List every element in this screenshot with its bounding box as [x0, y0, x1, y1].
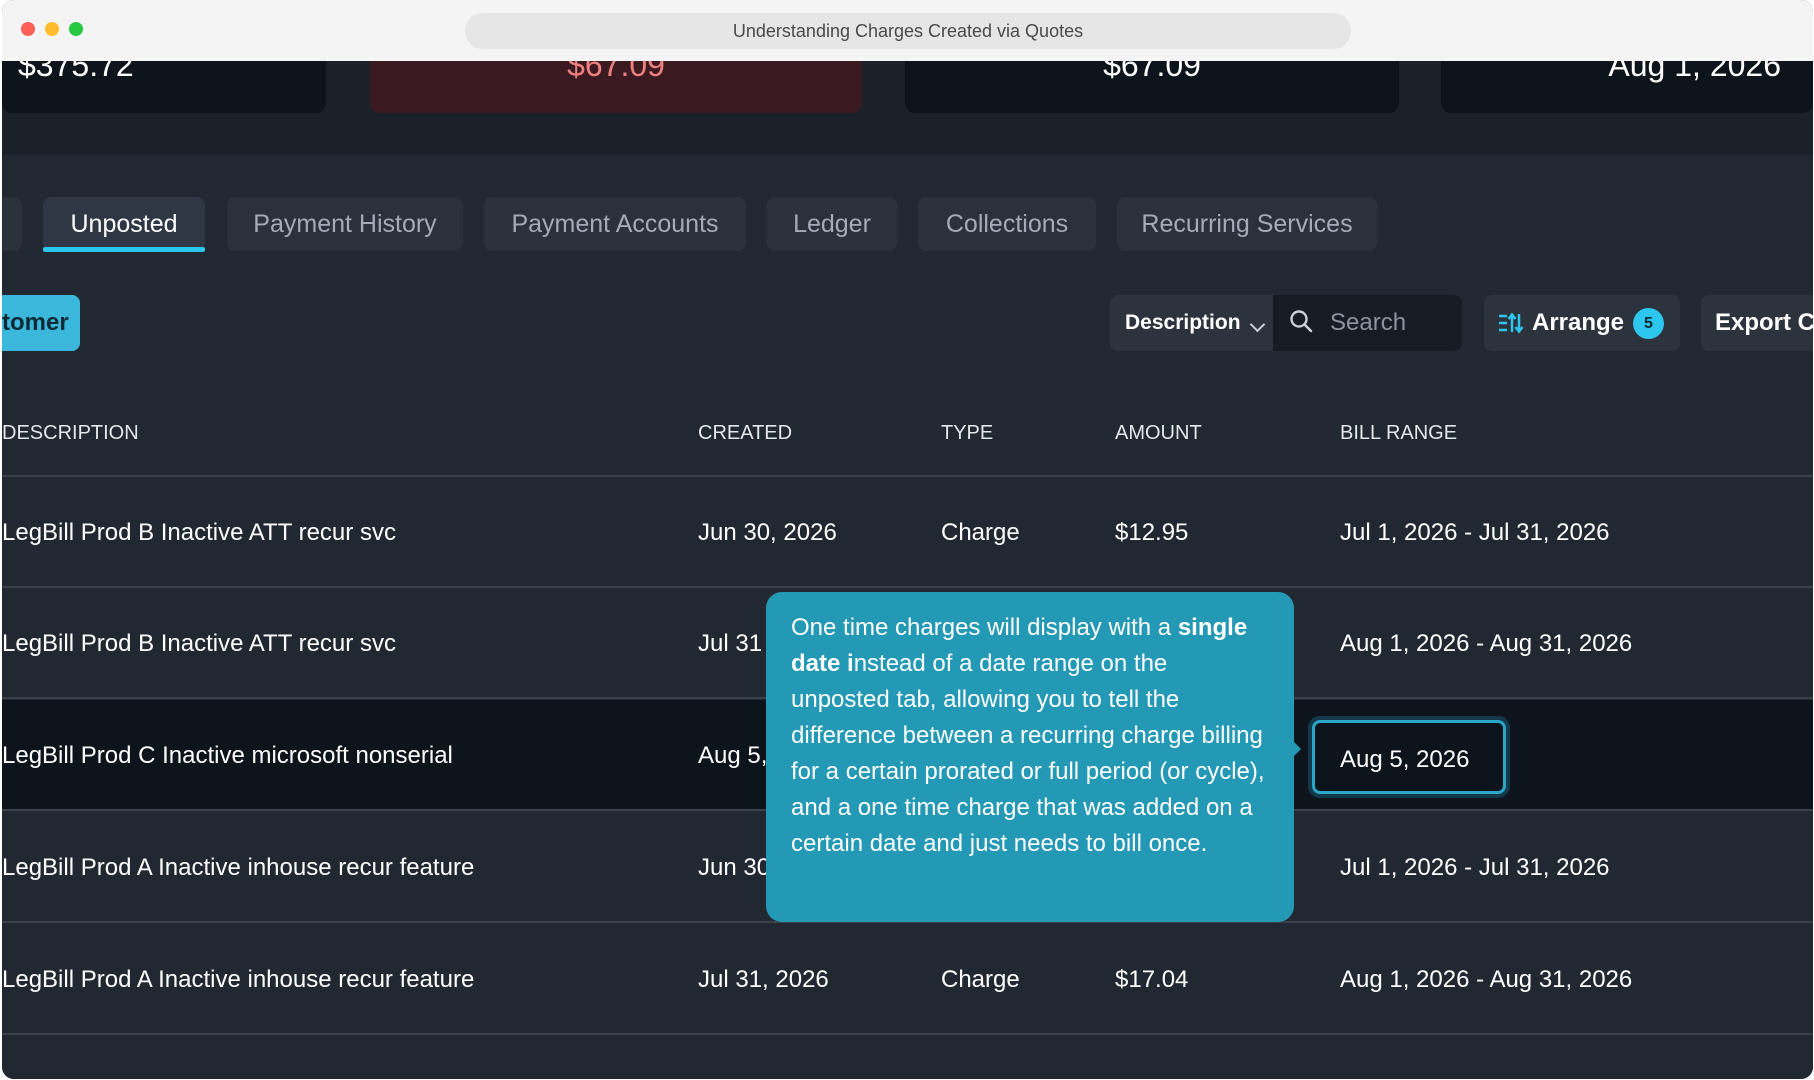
- cell-description: LegBill Prod B Inactive ATT recur svc: [2, 630, 396, 657]
- stat-card-balance: $375.72: [2, 61, 326, 113]
- cell-description: LegBill Prod A Inactive inhouse recur fe…: [2, 854, 475, 881]
- table-row[interactable]: LegBill Prod A Inactive inhouse recur fe…: [2, 924, 1813, 1035]
- close-window-button[interactable]: [21, 22, 35, 36]
- cell-created: Jun 30, 2026: [698, 519, 837, 546]
- cell-created: Aug 5,: [698, 742, 768, 769]
- guide-tooltip: One time charges will display with a sin…: [766, 592, 1301, 922]
- cell-created: Jul 31, 2026: [698, 966, 829, 993]
- stat-value: $67.09: [1103, 61, 1201, 83]
- tab-payment-history[interactable]: Payment History: [227, 197, 463, 251]
- chevron-down-icon: [1249, 316, 1266, 333]
- tab-previous-partial[interactable]: [2, 197, 22, 251]
- minimize-window-button[interactable]: [45, 22, 59, 36]
- column-header-created[interactable]: CREATED: [698, 421, 792, 445]
- cell-description: LegBill Prod A Inactive inhouse recur fe…: [2, 966, 475, 993]
- tab-unposted[interactable]: Unposted: [43, 197, 205, 251]
- tooltip-arrow-icon: [1292, 740, 1301, 758]
- column-header-type[interactable]: TYPE: [941, 421, 993, 445]
- window-title: Understanding Charges Created via Quotes: [465, 13, 1351, 49]
- cell-bill-range: Jul 1, 2026 - Jul 31, 2026: [1340, 519, 1610, 546]
- add-customer-label: tomer: [2, 309, 69, 336]
- arrange-icon: [1499, 312, 1524, 334]
- export-csv-label: Export CS: [1715, 309, 1813, 336]
- cell-amount: $17.04: [1115, 966, 1189, 993]
- title-bar: Understanding Charges Created via Quotes: [2, 0, 1813, 62]
- column-header-bill-range[interactable]: BILL RANGE: [1340, 421, 1457, 445]
- column-header-amount[interactable]: AMOUNT: [1115, 421, 1202, 445]
- stat-value: $67.09: [567, 61, 665, 83]
- tab-recurring-services[interactable]: Recurring Services: [1117, 197, 1377, 251]
- export-csv-button[interactable]: Export CS: [1701, 295, 1813, 351]
- tab-ledger[interactable]: Ledger: [767, 197, 897, 251]
- tooltip-text-after: nstead of a date range on the unposted t…: [791, 650, 1265, 857]
- cell-type: Charge: [941, 519, 1020, 546]
- cell-bill-range: Aug 1, 2026 - Aug 31, 2026: [1340, 966, 1633, 993]
- search-field-select-value: Description: [1125, 311, 1241, 334]
- cell-type: Charge: [941, 966, 1020, 993]
- arrange-count-badge: 5: [1633, 308, 1664, 339]
- tab-bar: Unposted Payment History Payment Account…: [2, 197, 1813, 257]
- stats-band: $375.72 $67.09 $67.09 Aug 1, 2026: [2, 61, 1813, 155]
- search-input[interactable]: [1330, 295, 1455, 351]
- stat-value: $375.72: [18, 61, 134, 83]
- cell-created: Jul 31: [698, 630, 763, 657]
- column-header-description[interactable]: DESCRIPTION: [2, 421, 139, 445]
- arrange-button[interactable]: Arrange 5: [1484, 295, 1680, 351]
- stat-card-past-due: $67.09: [370, 61, 862, 113]
- app-window: Understanding Charges Created via Quotes…: [2, 0, 1813, 1079]
- cell-bill-range: Aug 1, 2026 - Aug 31, 2026: [1340, 630, 1633, 657]
- cell-created: Jun 30: [698, 854, 771, 881]
- tab-payment-accounts[interactable]: Payment Accounts: [484, 197, 746, 251]
- table-row[interactable]: LegBill Prod B Inactive ATT recur svc Ju…: [2, 477, 1813, 588]
- search-group: Description: [1110, 295, 1462, 351]
- cell-description: LegBill Prod C Inactive microsoft nonser…: [2, 742, 453, 769]
- stat-card-next-invoice: $67.09: [905, 61, 1399, 113]
- search-field-select[interactable]: Description: [1110, 295, 1273, 351]
- cell-bill-range-highlighted[interactable]: Aug 5, 2026: [1312, 720, 1506, 794]
- active-tab-indicator: [43, 247, 205, 252]
- cell-description: LegBill Prod B Inactive ATT recur svc: [2, 519, 396, 546]
- cell-bill-range: Jul 1, 2026 - Jul 31, 2026: [1340, 854, 1610, 881]
- stat-value: Aug 1, 2026: [1608, 61, 1781, 83]
- arrange-label: Arrange: [1532, 309, 1625, 336]
- add-customer-button[interactable]: tomer: [2, 295, 80, 351]
- tab-collections[interactable]: Collections: [918, 197, 1096, 251]
- cell-amount: $12.95: [1115, 519, 1189, 546]
- stat-card-next-bill-date: Aug 1, 2026: [1441, 61, 1813, 113]
- tooltip-text-before: One time charges will display with a: [791, 614, 1178, 641]
- search-icon: [1290, 310, 1313, 333]
- maximize-window-button[interactable]: [69, 22, 83, 36]
